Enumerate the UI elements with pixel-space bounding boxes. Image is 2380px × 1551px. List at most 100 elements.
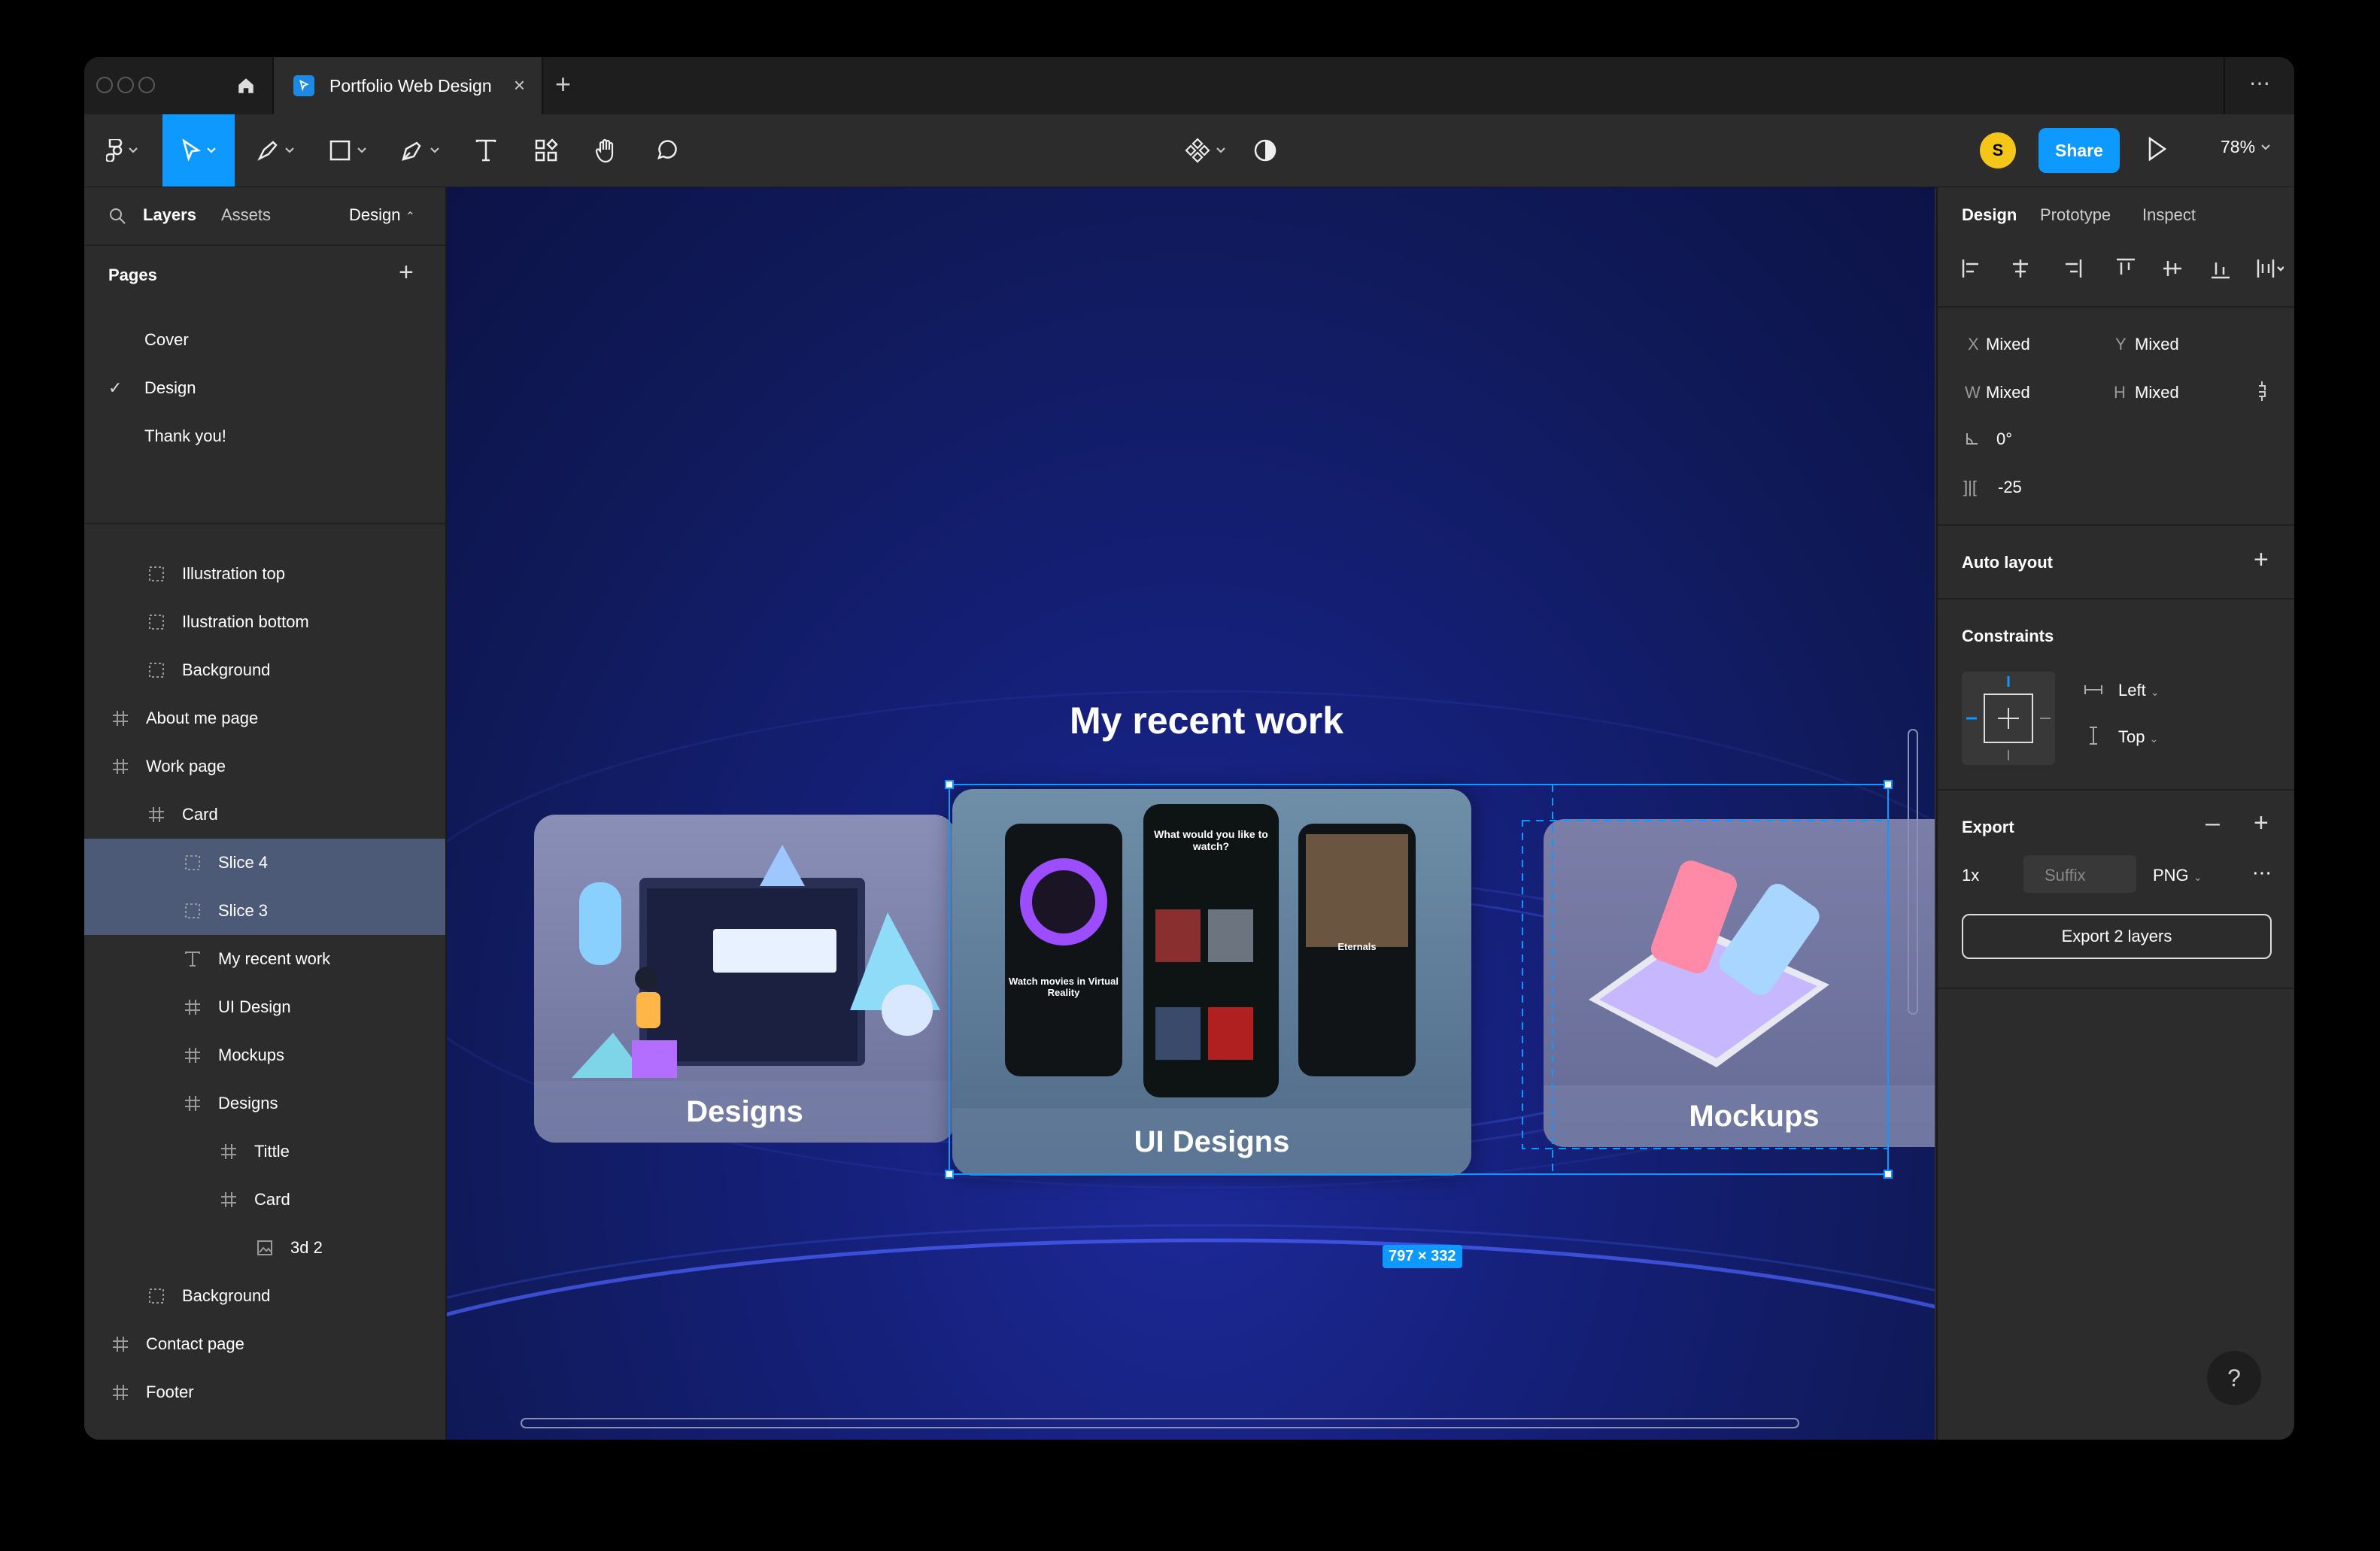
comment-icon (657, 140, 677, 159)
share-button[interactable]: Share (2038, 128, 2120, 173)
main-menu-button[interactable] (99, 114, 144, 187)
page-item[interactable]: Thank you! (144, 426, 226, 446)
frame-icon (111, 1384, 129, 1401)
home-button[interactable] (220, 57, 274, 114)
horizontal-scrollbar[interactable] (521, 1418, 1799, 1428)
layer-row[interactable]: 3d 2 (84, 1224, 445, 1272)
ui-designs-card[interactable]: Watch movies in Virtual Reality What wou… (952, 789, 1471, 1176)
layer-row[interactable]: Illustration top (84, 550, 445, 598)
page-design-dropdown[interactable]: Design ⌃ (349, 205, 415, 225)
layer-row[interactable]: Work page (84, 742, 445, 791)
cursor-icon (182, 139, 201, 162)
y-input[interactable]: Mixed (2135, 335, 2179, 354)
export-scale-input[interactable]: 1x (1962, 866, 1979, 885)
w-input[interactable]: Mixed (1986, 383, 2030, 402)
export-button[interactable]: Export 2 layers (1962, 914, 2272, 959)
close-window-button[interactable] (96, 77, 113, 93)
tab-inspect[interactable]: Inspect (2142, 205, 2196, 225)
help-button[interactable]: ? (2207, 1351, 2261, 1405)
shape-tool-button[interactable] (319, 114, 376, 187)
tab-prototype[interactable]: Prototype (2040, 205, 2111, 225)
layer-label: Illustration top (182, 564, 285, 583)
remove-export-icon[interactable]: – (2205, 810, 2220, 836)
mockups-card[interactable]: Mockups (1544, 819, 1935, 1147)
layer-label: Footer (146, 1383, 194, 1401)
minimize-window-button[interactable] (117, 77, 134, 93)
component-menu-button[interactable] (1175, 114, 1235, 187)
zoom-dropdown[interactable]: 78% (2221, 137, 2270, 157)
spacing-icon: ]|[ (1963, 478, 1977, 496)
layer-row[interactable]: Ilustration bottom (84, 598, 445, 646)
layer-row[interactable]: Slice 4 (84, 839, 445, 887)
add-export-icon[interactable]: + (2254, 810, 2269, 836)
layer-label: Card (254, 1190, 290, 1209)
layer-row[interactable]: UI Design (84, 983, 445, 1031)
layer-row[interactable]: Tittle (84, 1128, 445, 1176)
layer-row[interactable]: Card (84, 1176, 445, 1224)
add-auto-layout-icon[interactable]: + (2254, 547, 2269, 572)
layer-row[interactable]: Contact page (84, 1320, 445, 1368)
tab-close-icon[interactable]: × (514, 75, 525, 95)
left-panel-tabs: Layers Assets Design ⌃ (84, 187, 445, 246)
region-tool-button[interactable] (247, 114, 304, 187)
spacing-input[interactable]: -25 (1998, 478, 2022, 497)
layer-row[interactable]: About me page (84, 694, 445, 742)
selection-size-badge: 797 × 332 (1383, 1245, 1462, 1268)
hand-tool-button[interactable] (584, 114, 629, 187)
designs-card[interactable]: Designs (534, 815, 955, 1143)
design-canvas[interactable]: My recent work Designs Mockups Watch mov… (447, 187, 1935, 1440)
layer-row[interactable]: Background (84, 646, 445, 694)
layer-row[interactable]: Mockups (84, 1031, 445, 1079)
export-suffix-field[interactable]: Suffix (2023, 855, 2136, 893)
x-input[interactable]: Mixed (1986, 335, 2030, 354)
layer-row[interactable]: Designs (84, 1079, 445, 1128)
horizontal-constraint-dropdown[interactable]: Left ⌄ (2118, 681, 2160, 700)
h-input[interactable]: Mixed (2135, 383, 2179, 402)
layer-row[interactable]: Card (84, 791, 445, 839)
horizontal-constraint-value: Left (2118, 681, 2146, 700)
layer-row[interactable]: Footer (84, 1368, 445, 1416)
text-tool-button[interactable] (463, 114, 508, 187)
comment-tool-button[interactable] (644, 114, 689, 187)
move-tool-button[interactable] (162, 114, 235, 187)
tab-design[interactable]: Design (1962, 205, 2017, 225)
layer-row[interactable]: My recent work (84, 935, 445, 983)
layer-label: Tittle (254, 1142, 290, 1161)
more-options-icon[interactable]: ⋯ (2249, 71, 2272, 96)
y-label: Y (2115, 335, 2127, 354)
mask-button[interactable] (1243, 114, 1288, 187)
tab-assets[interactable]: Assets (221, 205, 271, 225)
layer-row[interactable]: Background (84, 1272, 445, 1320)
rotation-input[interactable]: 0° (1996, 429, 2012, 449)
slice-icon (147, 566, 165, 582)
pen-tool-button[interactable] (391, 114, 448, 187)
layer-label: Card (182, 805, 218, 824)
user-avatar[interactable]: S (1980, 132, 2016, 168)
components-grid-icon (535, 138, 558, 162)
designs-card-label: Designs (534, 1081, 955, 1143)
search-icon[interactable] (108, 207, 126, 225)
constraints-title: Constraints (1962, 627, 2054, 645)
tab-layers[interactable]: Layers (143, 205, 196, 225)
frame-icon (184, 999, 202, 1015)
text-icon (184, 951, 202, 967)
page-item[interactable]: Cover (144, 330, 189, 350)
new-tab-button[interactable]: + (555, 71, 571, 98)
layer-row[interactable]: Slice 3 (84, 887, 445, 935)
constraints-widget[interactable] (1962, 672, 2055, 765)
export-format-dropdown[interactable]: PNG ⌄ (2153, 866, 2202, 885)
section-divider (1938, 306, 2294, 308)
vertical-constraint-dropdown[interactable]: Top ⌄ (2118, 727, 2158, 747)
vertical-scrollbar[interactable] (1908, 729, 1918, 1015)
resources-tool-button[interactable] (524, 114, 569, 187)
add-page-icon[interactable]: + (399, 260, 414, 285)
layer-label: My recent work (218, 949, 331, 968)
export-settings-icon[interactable]: ⋯ (2252, 861, 2272, 885)
page-item[interactable]: Design (144, 378, 196, 398)
present-button[interactable] (2147, 135, 2168, 166)
slice-icon (147, 662, 165, 678)
maximize-window-button[interactable] (138, 77, 155, 93)
document-tab[interactable]: Portfolio Web Design × (274, 57, 543, 114)
constrain-proportions-icon[interactable] (2257, 380, 2267, 402)
w-label: W (1965, 383, 1981, 402)
